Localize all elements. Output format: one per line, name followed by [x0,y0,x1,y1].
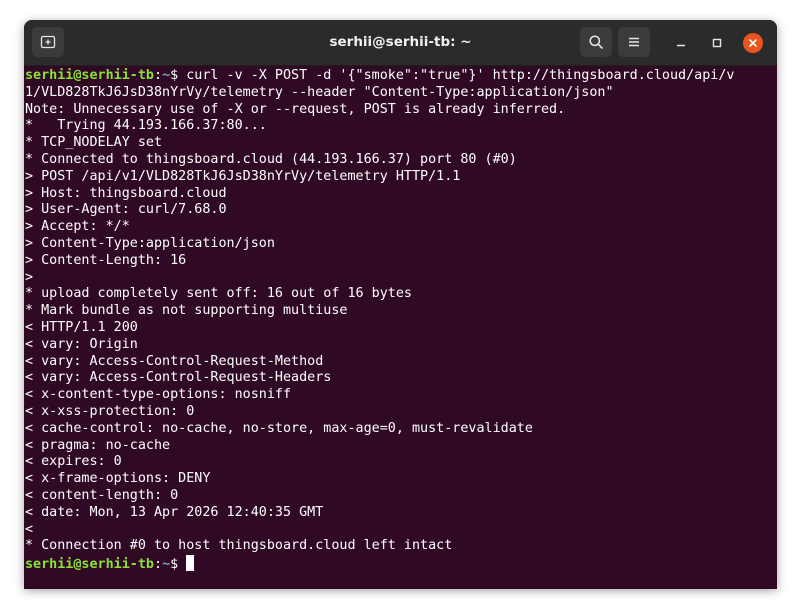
output-line: * TCP_NODELAY set [25,135,163,151]
window-title: serhii@serhii-tb: ~ [329,34,472,50]
terminal-window: serhii@serhii-tb: ~ serhii@serhii-tb:~$ … [24,20,777,589]
prompt-user-host: serhii@serhii-tb [25,557,154,572]
search-icon [589,35,603,49]
output-line: * Mark bundle as not supporting multiuse [25,303,348,319]
output-line: < x-content-type-options: nosniff [25,387,292,403]
output-line: < vary: Origin [25,336,138,352]
output-line: < vary: Access-Control-Request-Method [25,353,324,369]
minimize-icon [677,44,685,47]
output-line: < vary: Access-Control-Request-Headers [25,370,332,386]
command-text: curl -v -X POST -d '{"smoke":"true"}' ht… [186,68,735,83]
new-tab-button[interactable] [32,27,64,57]
menu-button[interactable] [618,27,650,57]
close-button[interactable] [743,33,763,53]
prompt-symbol: $ [170,68,187,83]
prompt-path: ~ [162,557,171,572]
prompt-separator: : [154,557,163,572]
maximize-icon [712,38,722,48]
terminal-output-area[interactable]: serhii@serhii-tb:~$ curl -v -X POST -d '… [24,66,777,589]
output-line: < content-length: 0 [25,487,179,503]
output-line: * Connection #0 to host thingsboard.clou… [25,538,453,554]
output-line: * Connected to thingsboard.cloud (44.193… [25,151,517,167]
minimize-button[interactable] [671,33,691,53]
output-line: < expires: 0 [25,454,122,470]
output-line: < cache-control: no-cache, no-store, max… [25,420,533,436]
prompt-separator: : [154,68,163,83]
maximize-button[interactable] [707,33,727,53]
output-line: > Content-Length: 16 [25,252,187,268]
output-line: < pragma: no-cache [25,437,171,453]
output-line: > Content-Type:application/json [25,235,275,251]
prompt-path: ~ [162,68,171,83]
prompt-user-host: serhii@serhii-tb [25,68,154,83]
output-line: < [25,521,34,537]
output-line: > User-Agent: curl/7.68.0 [25,202,227,218]
output-line: > [25,269,34,285]
active-prompt-line[interactable]: serhii@serhii-tb:~$ [25,555,777,572]
output-line: < x-xss-protection: 0 [25,403,195,419]
output-line: > Accept: */* [25,219,130,235]
output-line: * Trying 44.193.166.37:80... [25,118,267,134]
command-line: serhii@serhii-tb:~$ curl -v -X POST -d '… [25,68,777,85]
output-line: Note: Unnecessary use of -X or --request… [25,101,566,117]
text-cursor [186,555,195,572]
output-line: < HTTP/1.1 200 [25,319,138,335]
close-icon [749,39,757,47]
title-bar[interactable]: serhii@serhii-tb: ~ [24,20,777,66]
hamburger-menu-icon [629,37,639,47]
output-line: * upload completely sent off: 16 out of … [25,286,412,302]
new-tab-icon [40,35,56,49]
search-button[interactable] [580,27,612,57]
output-line: > POST /api/v1/VLD828TkJ6JsD38nYrVy/tele… [25,168,461,184]
output-line: < x-frame-options: DENY [25,471,211,487]
output-line: < date: Mon, 13 Apr 2026 12:40:35 GMT [25,504,324,520]
command-line-wrap: 1/VLD828TkJ6JsD38nYrVy/telemetry --heade… [25,84,614,100]
prompt-symbol: $ [170,557,187,572]
output-line: > Host: thingsboard.cloud [25,185,227,201]
